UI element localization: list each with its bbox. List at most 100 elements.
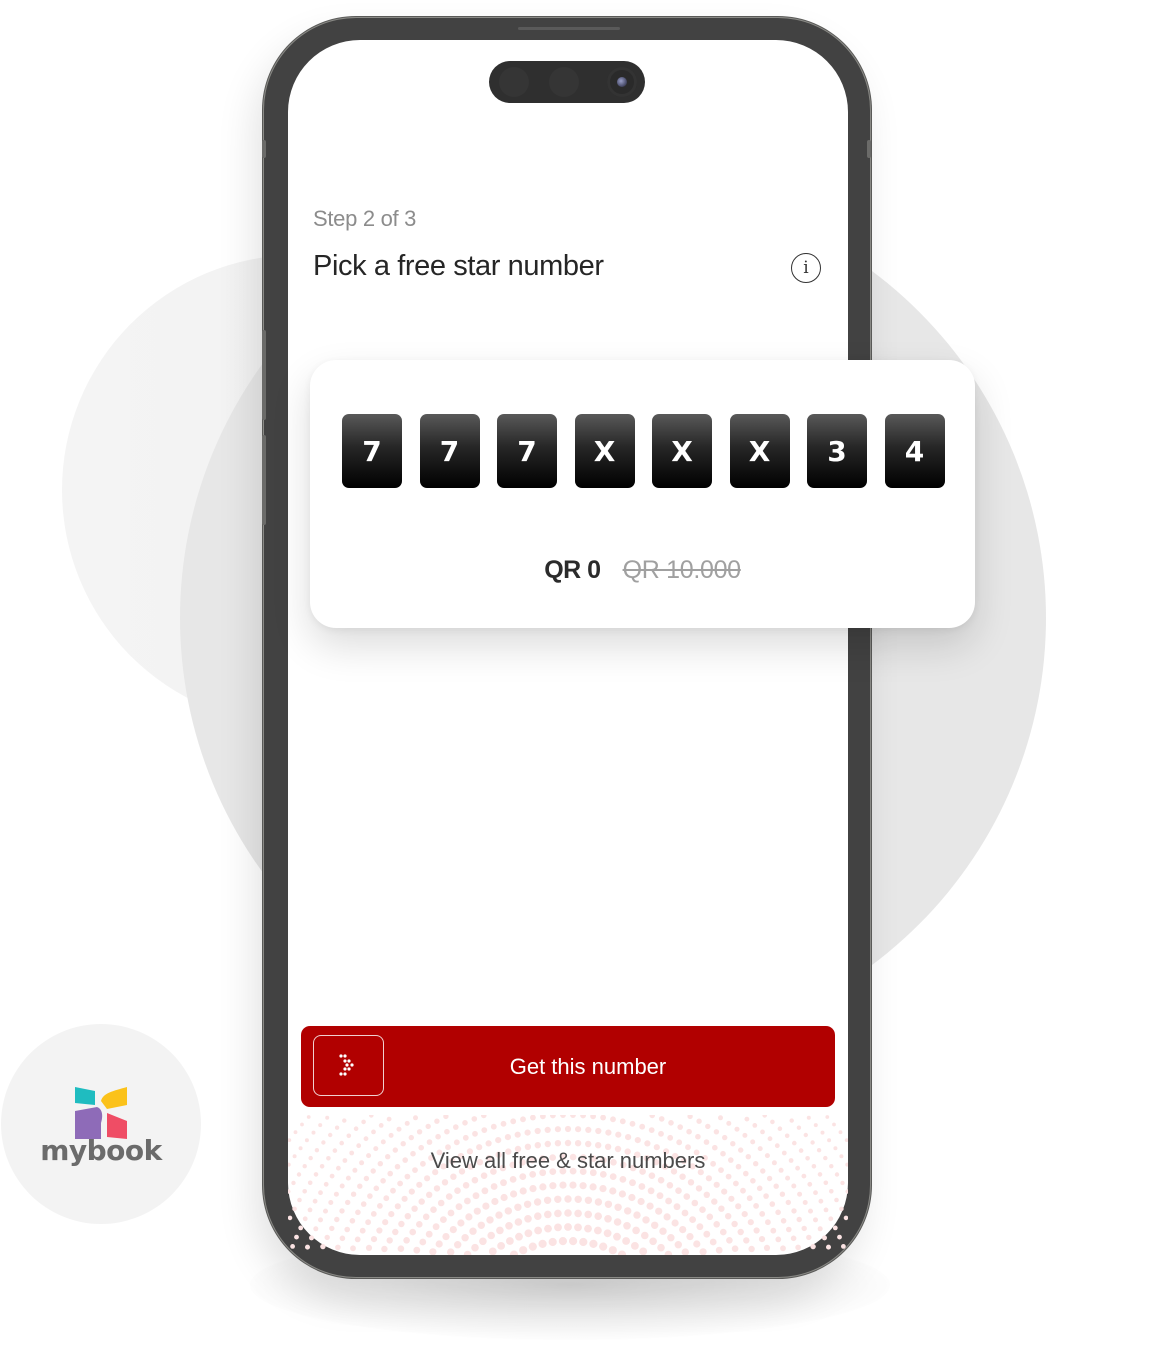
pattern-dot	[534, 1212, 542, 1220]
price-row: QR 0 QR 10.000	[310, 556, 975, 585]
pattern-dot	[426, 1139, 433, 1145]
pattern-dot	[490, 1183, 498, 1190]
pattern-dot	[658, 1116, 665, 1122]
pattern-dot	[292, 1206, 297, 1212]
pattern-dot	[780, 1218, 787, 1224]
pattern-dot	[500, 1193, 508, 1202]
pattern-dot	[569, 1181, 577, 1189]
pattern-dot	[679, 1226, 687, 1234]
get-this-number-button[interactable]: Get this number	[301, 1026, 835, 1107]
pattern-dot	[320, 1243, 326, 1250]
pattern-dot	[329, 1173, 335, 1179]
pattern-dot	[713, 1181, 720, 1188]
pattern-dot	[334, 1216, 340, 1223]
pattern-dot	[792, 1140, 797, 1146]
dynamic-island	[489, 61, 645, 103]
front-camera-icon	[607, 67, 637, 97]
pattern-dot	[832, 1122, 836, 1127]
pattern-dot	[357, 1183, 363, 1189]
pattern-dot	[401, 1195, 408, 1202]
pattern-dot	[703, 1230, 711, 1238]
pattern-dot	[594, 1212, 602, 1220]
pattern-dot	[302, 1216, 308, 1222]
pattern-dot	[450, 1173, 457, 1180]
pattern-dot	[691, 1199, 699, 1207]
pattern-dot	[471, 1116, 478, 1122]
pattern-dot	[656, 1192, 664, 1200]
pattern-dot	[817, 1226, 823, 1232]
pattern-dot	[795, 1244, 801, 1251]
pattern-dot	[837, 1234, 842, 1240]
pattern-dot	[584, 1196, 593, 1204]
number-digit-tile: X	[729, 414, 790, 488]
pattern-dot	[488, 1247, 497, 1255]
pattern-dot	[731, 1220, 738, 1228]
pattern-dot	[363, 1136, 369, 1142]
info-icon[interactable]: i	[791, 253, 821, 283]
pattern-dot	[514, 1131, 521, 1138]
pattern-dot	[345, 1175, 351, 1181]
pattern-dot	[378, 1123, 384, 1128]
pattern-dot	[425, 1123, 431, 1130]
pattern-dot	[396, 1126, 402, 1132]
pattern-dot	[514, 1203, 522, 1211]
pattern-dot	[328, 1132, 333, 1138]
pattern-dot	[740, 1187, 746, 1194]
pattern-dot	[504, 1134, 511, 1141]
pattern-dot	[807, 1181, 813, 1187]
pattern-dot	[767, 1136, 773, 1142]
pattern-dot	[453, 1139, 460, 1146]
pattern-dot	[408, 1134, 414, 1141]
pattern-dot	[625, 1134, 632, 1141]
pattern-dot	[820, 1130, 825, 1135]
pattern-dot	[631, 1242, 639, 1250]
pattern-dot	[735, 1203, 742, 1210]
pattern-dot	[813, 1217, 818, 1223]
pattern-dot	[748, 1245, 755, 1253]
pattern-dot	[725, 1213, 732, 1220]
pattern-dot	[300, 1122, 304, 1127]
pattern-dot	[810, 1140, 815, 1145]
pattern-dot	[519, 1173, 527, 1180]
pattern-dot	[604, 1215, 612, 1223]
pattern-dot	[810, 1243, 816, 1250]
pattern-dot	[730, 1141, 736, 1147]
phone-side-button	[262, 140, 266, 158]
pattern-dot	[594, 1226, 602, 1235]
pattern-dot	[339, 1235, 346, 1242]
pattern-dot	[832, 1225, 838, 1231]
pattern-dot	[304, 1138, 309, 1143]
pattern-dot	[629, 1179, 636, 1187]
view-all-numbers-link[interactable]: View all free & star numbers	[288, 1148, 848, 1174]
pattern-dot	[404, 1173, 411, 1180]
pattern-dot	[369, 1115, 374, 1118]
pattern-dot	[416, 1129, 423, 1135]
pattern-dot	[639, 1123, 646, 1130]
pattern-dot	[725, 1173, 732, 1180]
pattern-dot	[721, 1188, 728, 1195]
pattern-dot	[443, 1115, 449, 1120]
pattern-dot	[482, 1202, 490, 1210]
pattern-dot	[342, 1118, 347, 1123]
pattern-dot	[696, 1118, 702, 1124]
get-this-number-label: Get this number	[509, 1054, 667, 1079]
pattern-dot	[528, 1242, 537, 1251]
pattern-dot	[744, 1116, 750, 1122]
pattern-dot	[623, 1222, 631, 1230]
pattern-dot	[394, 1203, 401, 1210]
pattern-dot	[392, 1228, 399, 1236]
pattern-dot	[594, 1198, 603, 1206]
pattern-dot	[462, 1120, 468, 1126]
pattern-dot	[354, 1236, 361, 1243]
pattern-dot	[675, 1187, 682, 1194]
pattern-dot	[544, 1126, 551, 1133]
pattern-dot	[305, 1244, 310, 1250]
pattern-dot	[533, 1198, 542, 1206]
pattern-dot	[823, 1207, 829, 1213]
pattern-dot	[413, 1246, 421, 1254]
pattern-dot	[361, 1119, 366, 1125]
pattern-dot	[687, 1179, 695, 1186]
pattern-dot	[309, 1235, 314, 1241]
pattern-dot	[473, 1207, 481, 1215]
pattern-dot	[548, 1237, 557, 1247]
